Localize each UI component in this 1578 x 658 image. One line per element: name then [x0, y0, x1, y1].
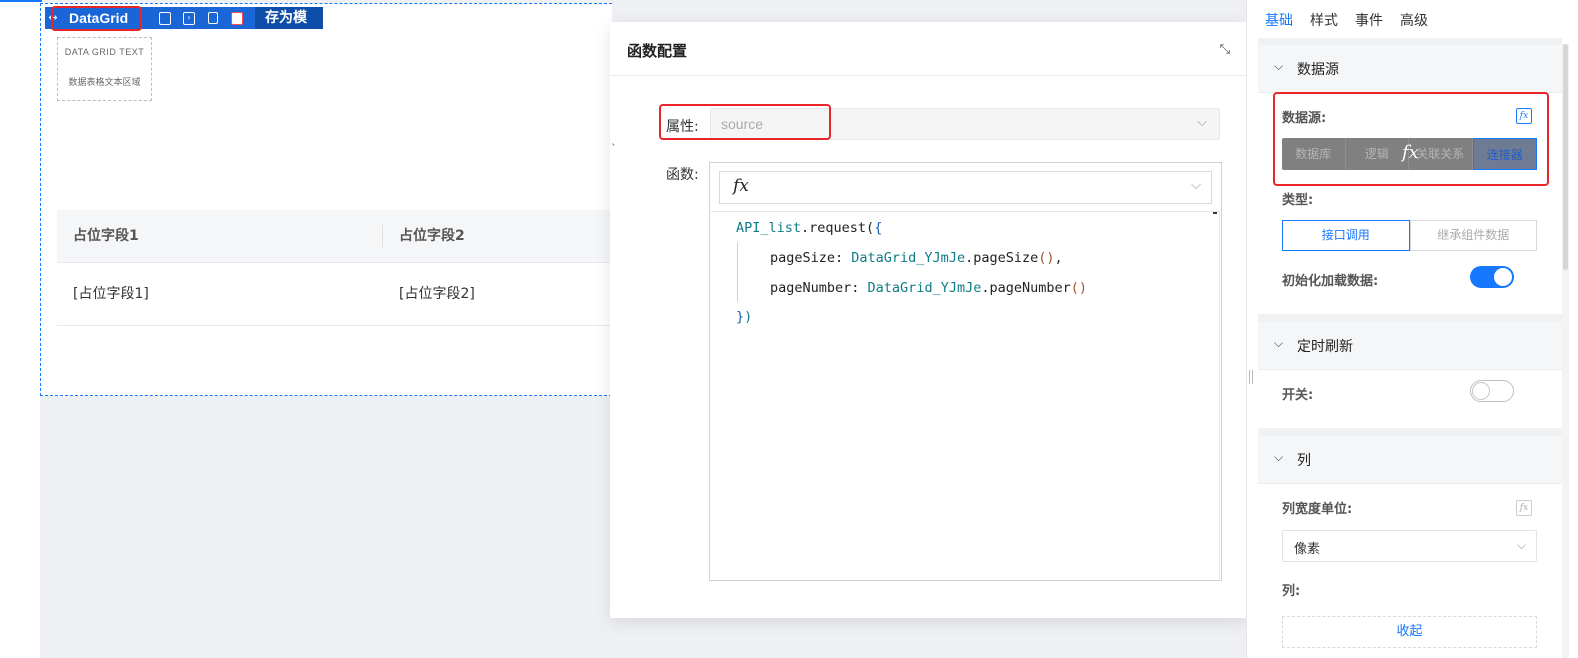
fx-icon[interactable]: fx: [1516, 500, 1532, 516]
table-header: 占位字段1 占位字段2: [57, 210, 612, 263]
type-option-api[interactable]: 接口调用: [1282, 220, 1410, 251]
chevron-down-icon: ⌵: [1274, 336, 1284, 350]
type-option-inherit[interactable]: 继承组件数据: [1409, 220, 1537, 251]
section-title: 列: [1297, 453, 1311, 469]
code-line: pageNumber: DataGrid_YJmJe.pageNumber(): [770, 280, 1088, 296]
copy-icon[interactable]: [201, 7, 225, 29]
save-template-button[interactable]: 存为模板: [255, 7, 323, 48]
delete-icon[interactable]: [225, 7, 249, 29]
code-line: API_list.request({: [736, 220, 883, 236]
width-unit-label: 列宽度单位:: [1282, 502, 1353, 517]
tab-advanced[interactable]: 高级: [1400, 10, 1428, 30]
modal-title: 函数配置: [627, 42, 688, 60]
minimize-icon[interactable]: ⤡: [1220, 42, 1230, 57]
section-gap: [1258, 428, 1562, 436]
tick-mark: `: [611, 142, 617, 155]
code-line: pageSize: DataGrid_YJmJe.pageSize(),: [770, 250, 1063, 266]
chevron-down-icon: ⌵: [1191, 178, 1201, 193]
columns-label: 列:: [1282, 584, 1301, 599]
function-select[interactable]: 𝑓x ⌵: [719, 171, 1212, 204]
code-line: }): [736, 309, 753, 325]
code-editor[interactable]: API_list.request({ pageSize: DataGrid_YJ…: [711, 211, 1220, 579]
refresh-switch-label: 开关:: [1282, 388, 1314, 403]
section-header-datasource[interactable]: ⌵ 数据源: [1258, 45, 1562, 93]
section-header-refresh[interactable]: ⌵ 定时刷新: [1258, 322, 1562, 370]
refresh-switch[interactable]: [1470, 380, 1514, 402]
splitter-grip[interactable]: [1249, 370, 1253, 384]
tab-style[interactable]: 样式: [1310, 10, 1338, 30]
modal-header: 函数配置 ⤡: [610, 22, 1246, 76]
panel-scrollbar[interactable]: [1563, 44, 1568, 270]
section-gap: [1258, 314, 1562, 322]
switch-knob: [1494, 268, 1512, 286]
collapse-button[interactable]: 收起: [1282, 616, 1537, 648]
scroll-marker: [1213, 212, 1217, 214]
highlight-component-name: [51, 6, 142, 31]
section-title: 数据源: [1297, 62, 1339, 78]
section-header-columns[interactable]: ⌵ 列: [1258, 436, 1562, 484]
terminal-icon[interactable]: ›: [177, 7, 201, 29]
table-cell: [占位字段2]: [399, 286, 475, 302]
width-unit-value: 像素: [1294, 542, 1321, 557]
text-area-title-en: DATA GRID TEXT: [64, 47, 145, 57]
chevron-down-icon: ⌵: [1274, 59, 1284, 73]
datagrid-text-area[interactable]: DATA GRID TEXT 数据表格文本区域: [57, 37, 152, 101]
document-icon[interactable]: [153, 7, 177, 29]
type-segmented: 接口调用 继承组件数据: [1282, 220, 1537, 251]
chevron-down-icon: ⌵: [1197, 115, 1207, 130]
column-header-2[interactable]: 占位字段2: [399, 210, 465, 263]
section-title: 定时刷新: [1297, 339, 1353, 355]
chevron-down-icon: ⌵: [1516, 538, 1526, 552]
text-area-title-cn: 数据表格文本区域: [68, 78, 141, 88]
fx-icon: 𝑓x: [733, 176, 749, 196]
selection-line: [0, 0, 42, 2]
chevron-down-icon: ⌵: [1274, 450, 1284, 464]
init-load-label: 初始化加载数据:: [1282, 274, 1379, 289]
indent-guide: [737, 242, 738, 302]
settings-tabs: 基础 样式 事件 高级: [1265, 10, 1428, 30]
highlight-datasource: [1273, 92, 1549, 186]
column-divider: [382, 225, 383, 247]
width-unit-select[interactable]: 像素 ⌵: [1282, 530, 1537, 562]
tab-events[interactable]: 事件: [1355, 10, 1383, 30]
type-label: 类型:: [1282, 193, 1314, 208]
column-header-1[interactable]: 占位字段1: [73, 210, 139, 263]
table-row[interactable]: [占位字段1] [占位字段2]: [57, 263, 612, 326]
init-load-switch[interactable]: [1470, 266, 1514, 288]
tab-basic[interactable]: 基础: [1265, 10, 1293, 30]
table-cell: [占位字段1]: [73, 286, 149, 302]
function-label: 函数:: [666, 167, 699, 183]
highlight-property: [659, 104, 831, 140]
left-gutter: [0, 2, 40, 658]
switch-knob: [1472, 382, 1490, 400]
panel-splitter[interactable]: [1246, 0, 1256, 658]
